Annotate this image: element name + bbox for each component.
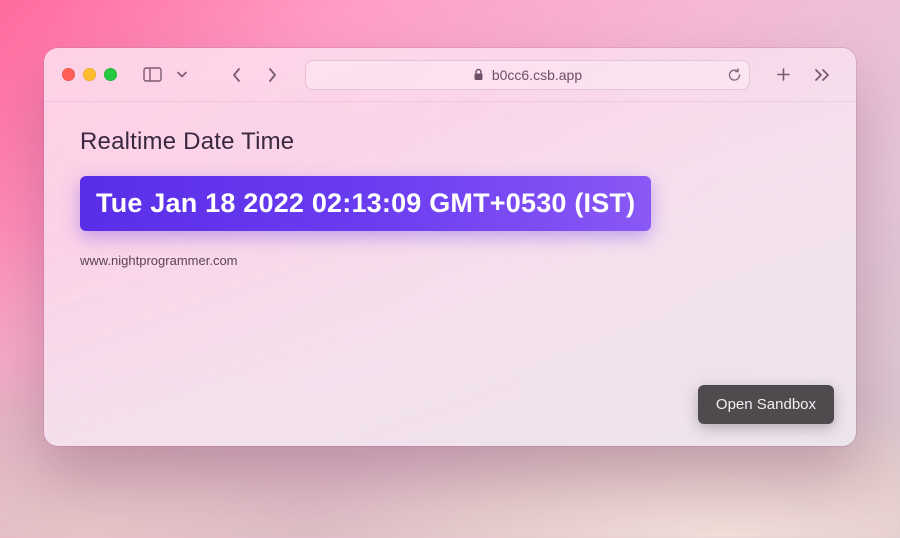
sidebar-toggle-button[interactable]: [137, 61, 167, 89]
chevron-down-icon: [177, 71, 187, 78]
sidebar-dropdown-button[interactable]: [173, 61, 191, 89]
plus-icon: [776, 67, 791, 82]
chevrons-right-icon: [814, 68, 832, 82]
nav-buttons: [221, 61, 287, 89]
reload-button[interactable]: [727, 67, 742, 82]
address-bar[interactable]: b0cc6.csb.app: [305, 60, 750, 90]
page-content: Realtime Date Time Tue Jan 18 2022 02:13…: [44, 102, 856, 446]
sidebar-toggle-group: [137, 61, 191, 89]
overflow-button[interactable]: [808, 61, 838, 89]
datetime-display: Tue Jan 18 2022 02:13:09 GMT+0530 (IST): [80, 176, 651, 231]
credit-link[interactable]: www.nightprogrammer.com: [80, 253, 820, 268]
minimize-window-button[interactable]: [83, 68, 96, 81]
chevron-left-icon: [231, 67, 242, 83]
back-button[interactable]: [221, 61, 251, 89]
address-bar-text: b0cc6.csb.app: [492, 67, 582, 83]
open-sandbox-button[interactable]: Open Sandbox: [698, 385, 834, 424]
chevron-right-icon: [267, 67, 278, 83]
fullscreen-window-button[interactable]: [104, 68, 117, 81]
new-tab-button[interactable]: [768, 61, 798, 89]
window-controls: [62, 68, 117, 81]
close-window-button[interactable]: [62, 68, 75, 81]
page-heading: Realtime Date Time: [80, 128, 820, 156]
forward-button[interactable]: [257, 61, 287, 89]
browser-window: b0cc6.csb.app Realtime Date Time Tue Jan: [44, 48, 856, 446]
sidebar-icon: [143, 67, 162, 82]
reload-icon: [727, 67, 742, 82]
browser-titlebar: b0cc6.csb.app: [44, 48, 856, 102]
lock-icon: [473, 68, 484, 81]
